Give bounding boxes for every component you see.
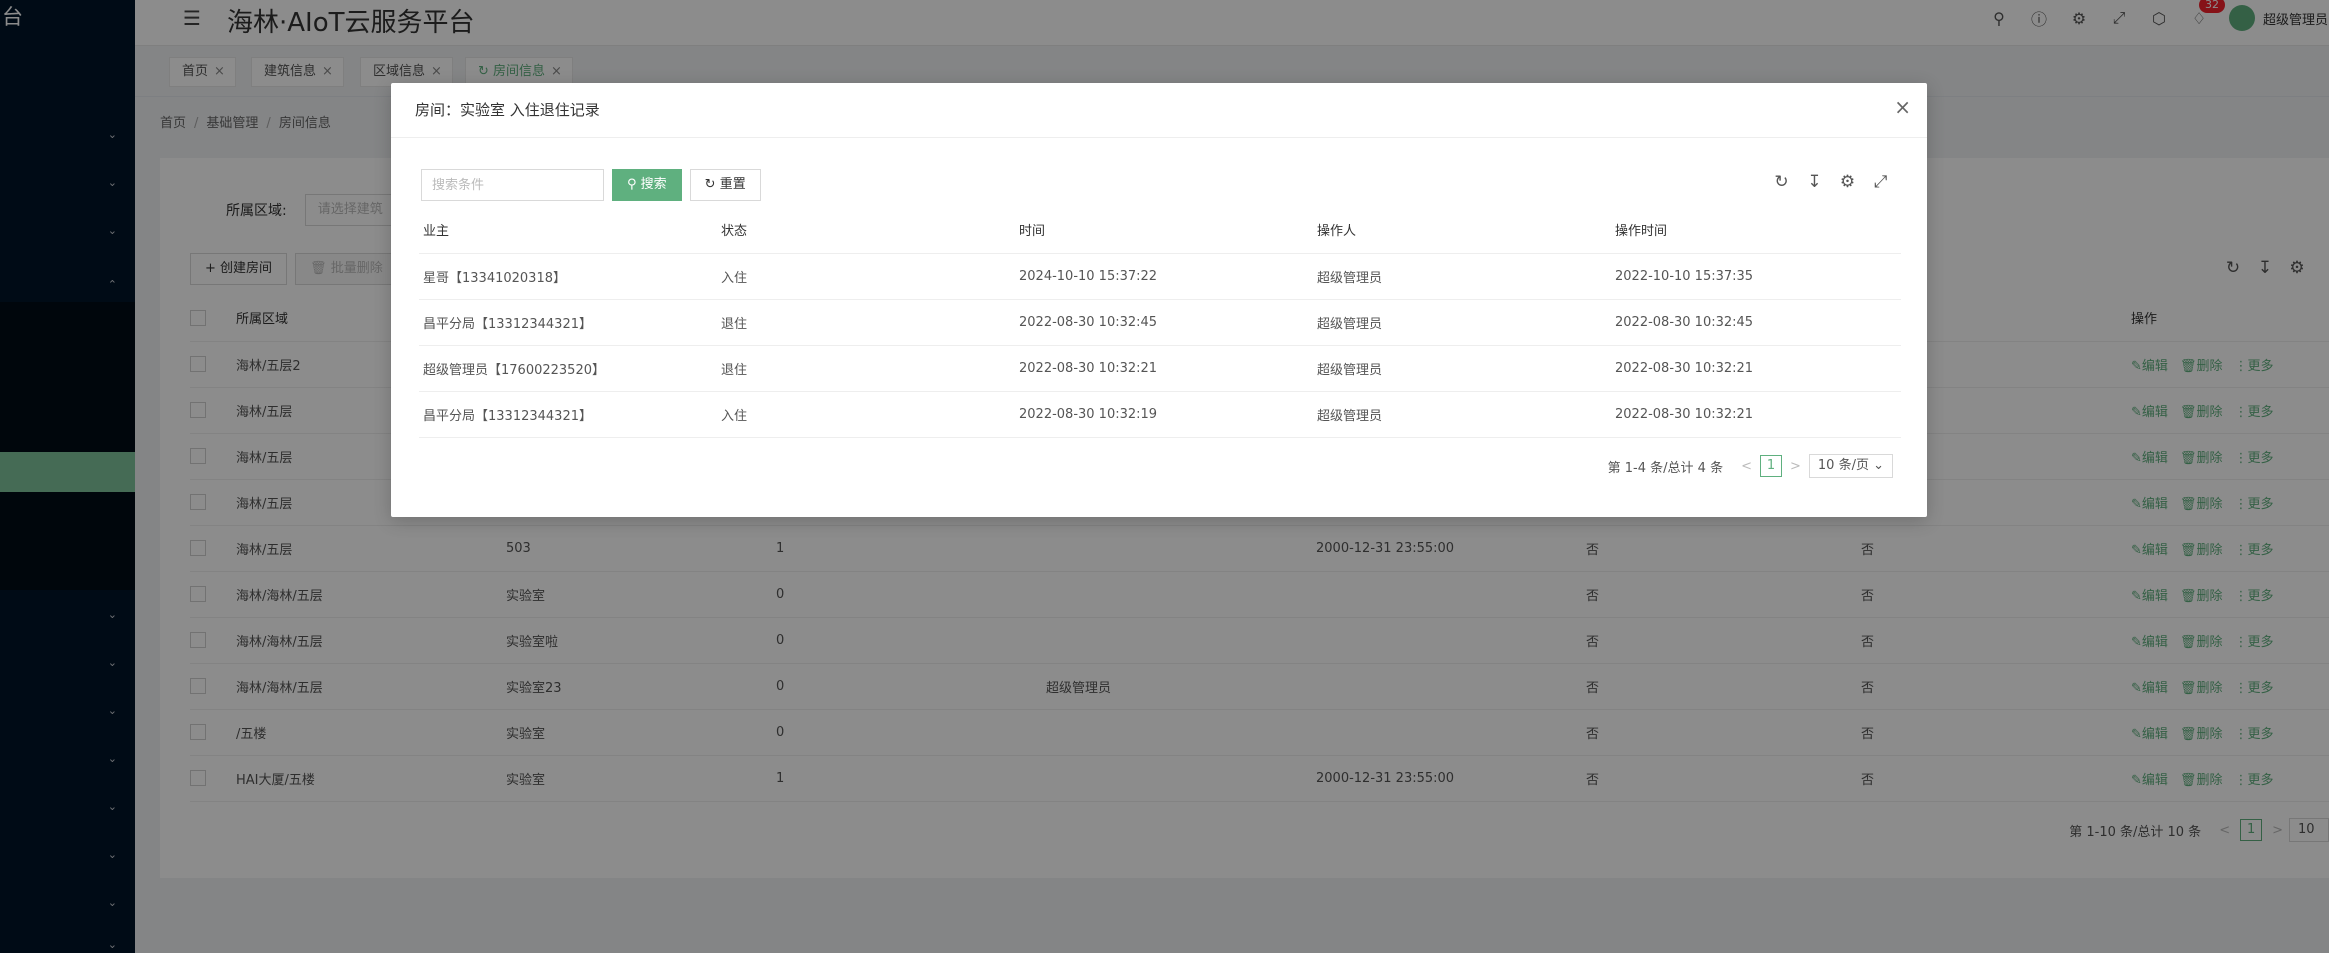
table-header: 业主 状态 时间 操作人 操作时间 xyxy=(419,207,1901,254)
chevron-down-icon: ⌄ xyxy=(1873,458,1884,473)
search-button[interactable]: ⚲ 搜索 xyxy=(612,169,682,201)
table-row[interactable]: 星哥【13341020318】 入住 2024-10-10 15:37:22 超级管理… xyxy=(419,253,1901,300)
refresh-icon: ↻ xyxy=(704,177,720,192)
page-1-button[interactable]: 1 xyxy=(1759,455,1782,477)
checkin-record-modal: 房间：实验室 入住退住记录 × ⚲ 搜索 ↻ 重置 ↻ ↧ ⚙ ⤢ 业主 状态 … xyxy=(391,83,1927,517)
table-row[interactable]: 昌平分局【13312344321】 退住 2022-08-30 10:32:45 超级… xyxy=(419,299,1901,346)
next-page-icon[interactable]: > xyxy=(1790,459,1801,474)
record-table: 业主 状态 时间 操作人 操作时间 星哥【13341020318】 入住 2024-… xyxy=(419,207,1901,438)
reset-button[interactable]: ↻ 重置 xyxy=(689,169,761,201)
setting-icon[interactable]: ⚙ xyxy=(1831,172,1864,192)
table-row[interactable]: 昌平分局【13312344321】 入住 2022-08-30 10:32:19 超级… xyxy=(419,391,1901,438)
reload-icon[interactable]: ↻ xyxy=(1765,172,1798,192)
modal-search-bar: ⚲ 搜索 ↻ 重置 xyxy=(421,169,761,201)
page-size-select[interactable]: 10 条/页 ⌄ xyxy=(1808,454,1893,478)
modal-table-tools: ↻ ↧ ⚙ ⤢ xyxy=(1765,172,1897,192)
modal-title: 房间：实验室 入住退住记录 xyxy=(415,101,600,119)
pagination-summary: 第 1-4 条/总计 4 条 xyxy=(1607,460,1724,476)
search-icon: ⚲ xyxy=(627,177,641,192)
close-icon[interactable]: × xyxy=(1894,95,1911,119)
fullscreen-icon[interactable]: ⤢ xyxy=(1864,172,1897,192)
prev-page-icon[interactable]: < xyxy=(1741,459,1752,474)
search-input[interactable] xyxy=(421,169,604,201)
column-height-icon[interactable]: ↧ xyxy=(1798,172,1831,192)
table-row[interactable]: 超级管理员【17600223520】 退住 2022-08-30 10:32:21 超… xyxy=(419,345,1901,392)
modal-header: 房间：实验室 入住退住记录 × xyxy=(391,83,1927,138)
modal-pagination: 第 1-4 条/总计 4 条 < 1 > 10 条/页 ⌄ xyxy=(1608,454,1893,478)
